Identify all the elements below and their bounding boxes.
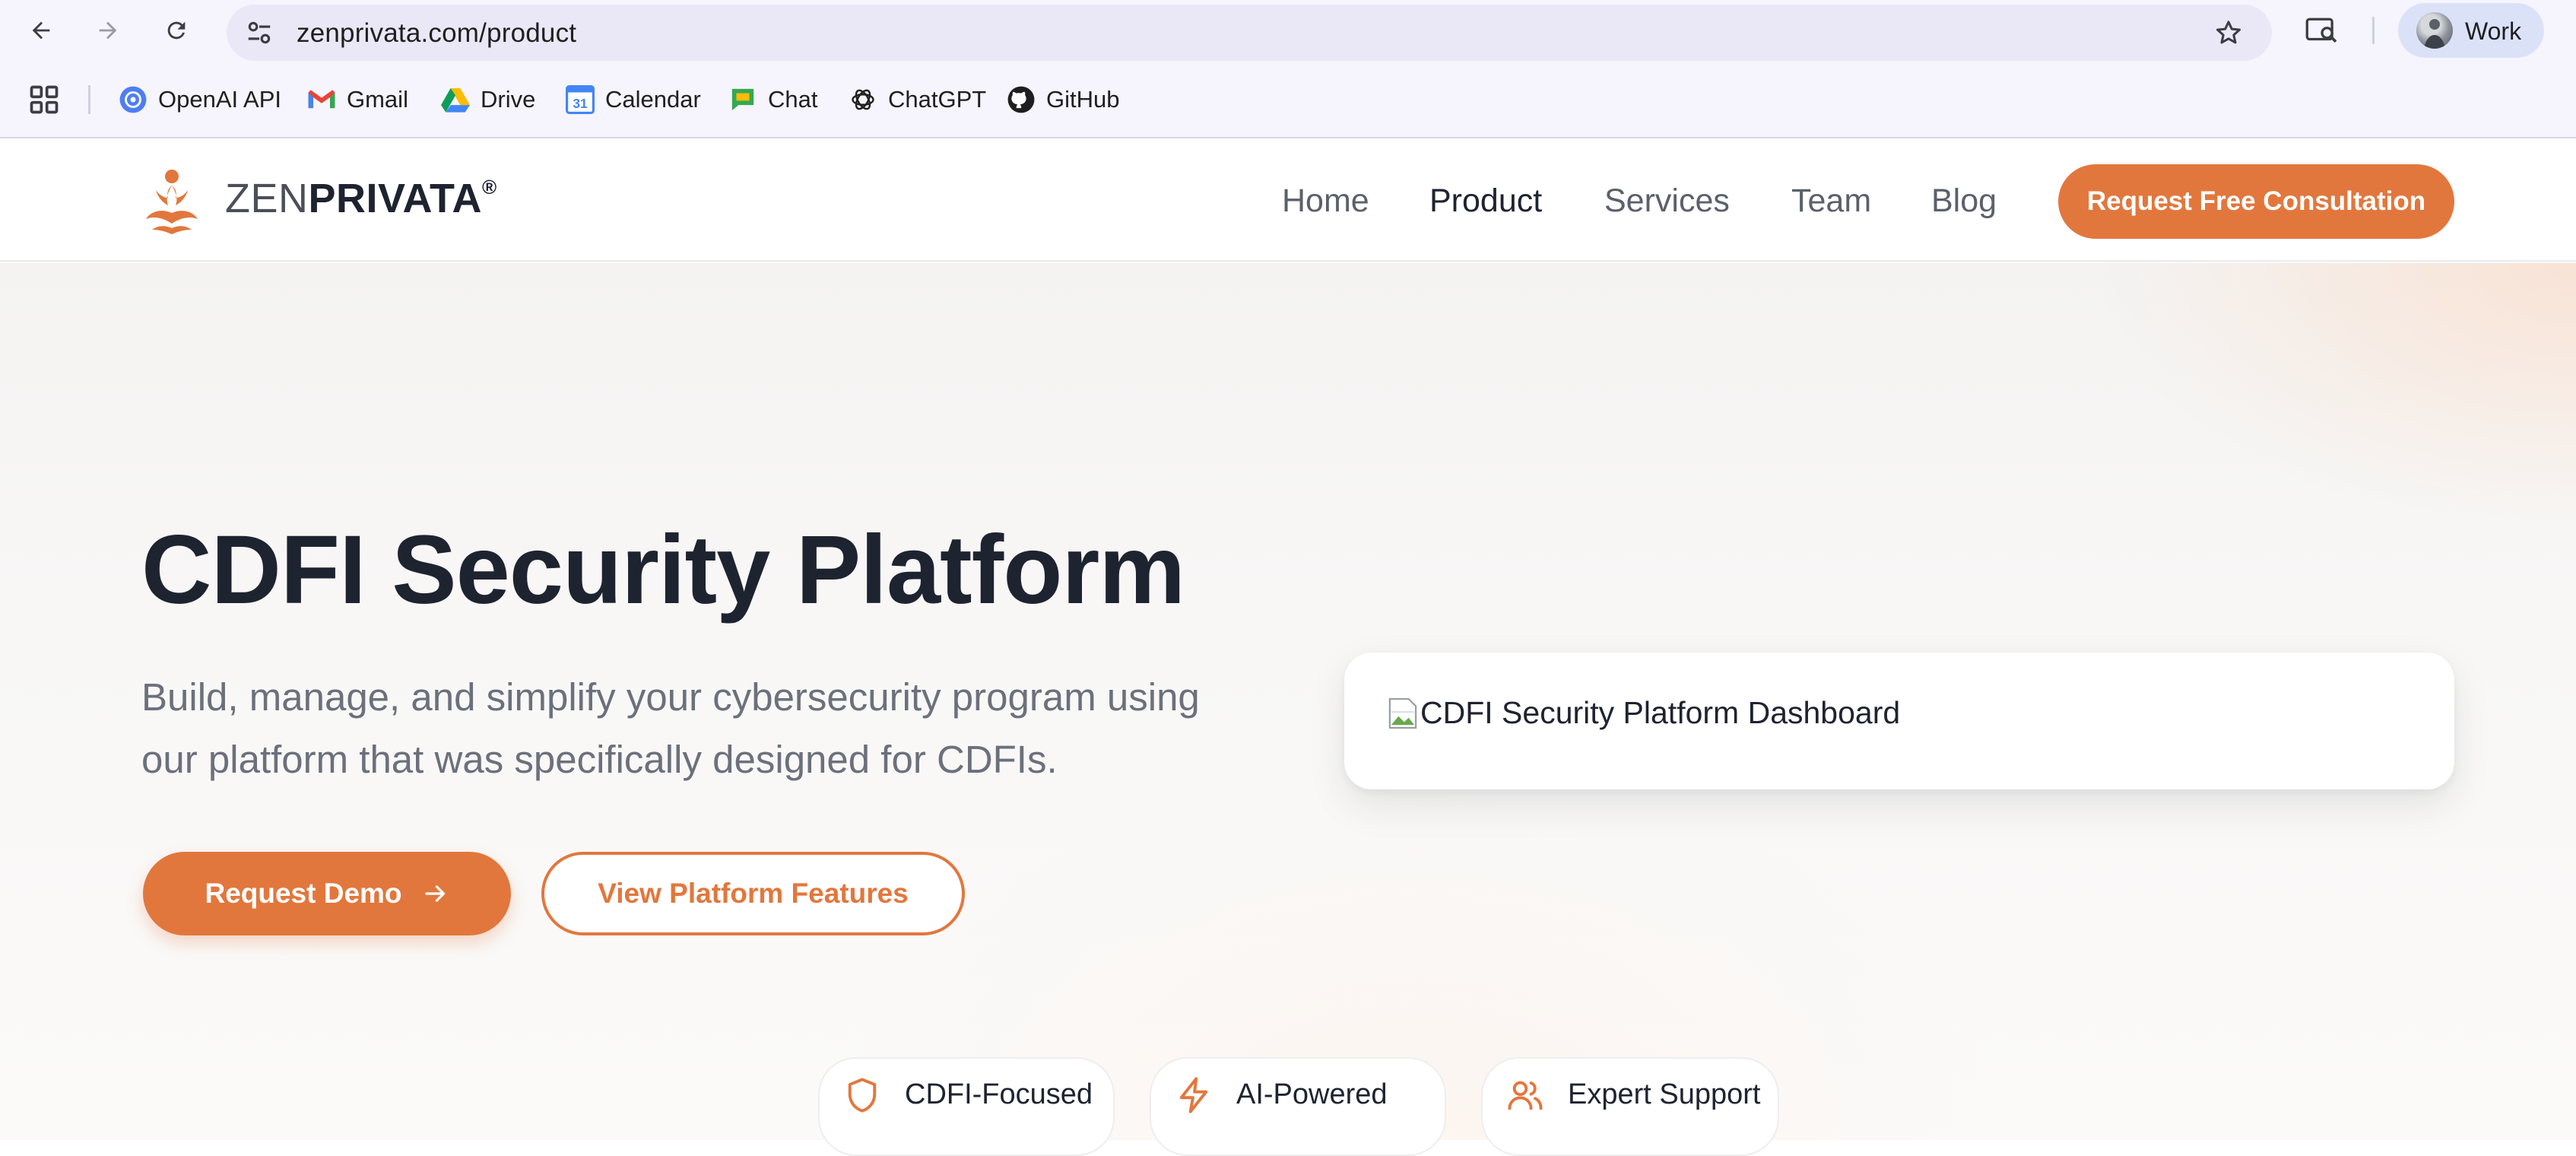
site-header: ZENPRIVATA® Home Product Services Team B… bbox=[0, 140, 2576, 262]
site-info-button[interactable] bbox=[240, 14, 278, 52]
request-demo-button[interactable]: Request Demo bbox=[143, 852, 511, 935]
lightning-icon bbox=[1179, 1077, 1208, 1113]
browser-toolbar: zenprivata.com/product Work bbox=[0, 0, 2576, 61]
toolbar-separator bbox=[2372, 17, 2375, 44]
drive-icon bbox=[441, 85, 470, 114]
feature-pill-cdfi-focused: CDFI-Focused bbox=[818, 1057, 1115, 1156]
forward-button[interactable] bbox=[88, 11, 128, 50]
feature-label: AI-Powered bbox=[1236, 1078, 1388, 1110]
hero-section: CDFI Security Platform Build, manage, an… bbox=[0, 263, 2576, 1156]
reload-icon bbox=[167, 21, 186, 40]
bookmarks-separator bbox=[88, 85, 90, 114]
bookmark-chat[interactable]: Chat bbox=[728, 81, 817, 119]
page-title: CDFI Security Platform bbox=[141, 516, 1185, 624]
calendar-icon: 31 bbox=[566, 85, 595, 114]
bookmark-drive[interactable]: Drive bbox=[441, 81, 535, 119]
lens-search-icon bbox=[2305, 17, 2337, 43]
broken-image-icon bbox=[1388, 697, 1417, 729]
registered-mark: ® bbox=[482, 176, 497, 198]
star-icon bbox=[2216, 21, 2241, 44]
arrow-left-icon bbox=[32, 21, 50, 40]
hero-subtitle: Build, manage, and simplify your cyberse… bbox=[141, 675, 1200, 781]
view-platform-features-button[interactable]: View Platform Features bbox=[541, 852, 965, 935]
github-icon bbox=[1007, 85, 1036, 114]
feature-label: CDFI-Focused bbox=[905, 1078, 1093, 1110]
feature-pills: CDFI-Focused AI-Powered Expert Support bbox=[0, 1057, 2576, 1156]
bookmark-github[interactable]: GitHub bbox=[1007, 81, 1119, 119]
brand-wordmark[interactable]: ZENPRIVATA® bbox=[225, 175, 497, 222]
bookmarks-bar: OpenAI API Gmail Drive 31 Calendar Chat … bbox=[0, 61, 2576, 138]
bookmark-calendar[interactable]: 31 Calendar bbox=[566, 81, 701, 119]
reload-button[interactable] bbox=[157, 11, 196, 50]
openai-icon bbox=[119, 85, 148, 114]
profile-name: Work bbox=[2465, 17, 2522, 45]
profile-button[interactable]: Work bbox=[2398, 3, 2544, 58]
bookmark-label: GitHub bbox=[1046, 86, 1120, 113]
zen-meditation-logo-icon[interactable] bbox=[141, 169, 202, 234]
chatgpt-icon bbox=[849, 85, 877, 114]
bookmark-label: ChatGPT bbox=[888, 86, 987, 113]
tune-icon bbox=[248, 21, 271, 44]
chat-icon bbox=[728, 85, 757, 114]
nav-services[interactable]: Services bbox=[1604, 183, 1730, 220]
apps-grid-button[interactable] bbox=[27, 83, 61, 116]
arrow-right-icon bbox=[99, 21, 117, 40]
dashboard-image: CDFI Security Platform Dashboard bbox=[1388, 695, 1900, 731]
bookmark-label: Calendar bbox=[605, 86, 701, 113]
bookmark-label: OpenAI API bbox=[158, 86, 281, 113]
feature-pill-ai-powered: AI-Powered bbox=[1150, 1057, 1446, 1156]
svg-text:31: 31 bbox=[573, 96, 588, 111]
dashboard-preview-card: CDFI Security Platform Dashboard bbox=[1344, 653, 2454, 789]
shield-icon bbox=[848, 1078, 877, 1113]
nav-home[interactable]: Home bbox=[1282, 183, 1369, 220]
request-demo-label: Request Demo bbox=[205, 878, 402, 909]
bookmark-gmail[interactable]: Gmail bbox=[307, 81, 408, 119]
users-icon bbox=[1508, 1081, 1543, 1110]
avatar bbox=[2416, 12, 2453, 49]
address-bar[interactable]: zenprivata.com/product bbox=[227, 5, 2272, 61]
nav-team[interactable]: Team bbox=[1791, 183, 1871, 220]
nav-product[interactable]: Product bbox=[1429, 183, 1542, 220]
url-text[interactable]: zenprivata.com/product bbox=[297, 18, 576, 49]
request-consultation-button[interactable]: Request Free Consultation bbox=[2058, 164, 2454, 239]
gmail-icon bbox=[307, 85, 336, 114]
bookmark-chatgpt[interactable]: ChatGPT bbox=[849, 81, 986, 119]
bookmark-label: Drive bbox=[481, 86, 536, 113]
dashboard-alt-text: CDFI Security Platform Dashboard bbox=[1420, 695, 1901, 730]
bookmark-openai-api[interactable]: OpenAI API bbox=[119, 81, 281, 119]
apps-grid-icon bbox=[30, 85, 59, 114]
feature-label: Expert Support bbox=[1568, 1078, 1761, 1110]
lens-search-button[interactable] bbox=[2301, 11, 2343, 50]
arrow-right-icon bbox=[424, 885, 445, 902]
bookmark-label: Chat bbox=[768, 86, 818, 113]
bookmark-label: Gmail bbox=[347, 86, 408, 113]
brand-light: ZEN bbox=[225, 176, 309, 221]
nav-blog[interactable]: Blog bbox=[1931, 183, 1997, 220]
feature-pill-expert-support: Expert Support bbox=[1481, 1057, 1779, 1156]
brand-bold: PRIVATA bbox=[308, 176, 482, 221]
bookmark-star-button[interactable] bbox=[2210, 14, 2248, 52]
back-button[interactable] bbox=[21, 11, 61, 50]
